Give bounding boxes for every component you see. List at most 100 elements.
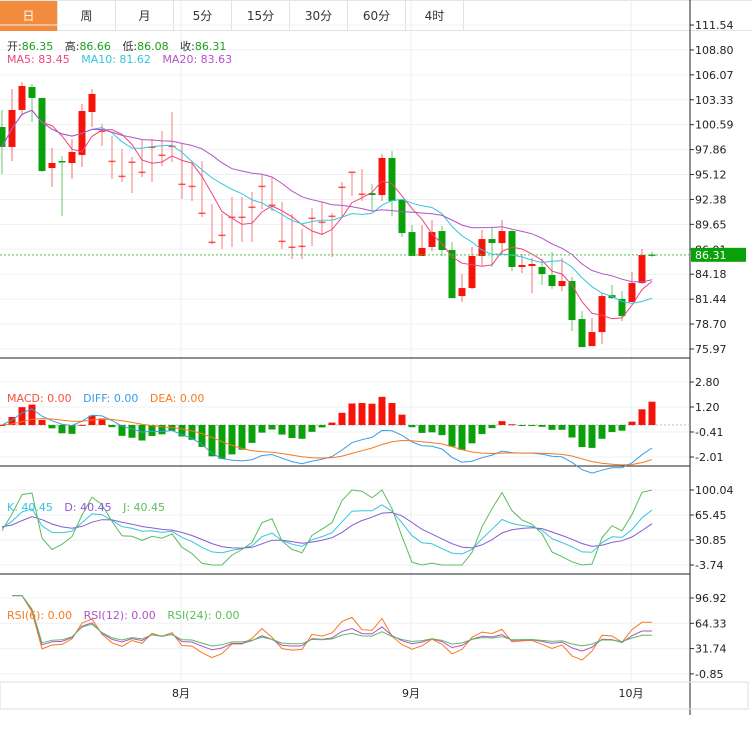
candle-body xyxy=(318,221,326,224)
candle-body xyxy=(598,296,606,333)
macd-bar xyxy=(578,425,586,447)
rsi24-value: RSI(24): 0.00 xyxy=(167,609,240,622)
macd-bar xyxy=(628,421,636,425)
macd-bar xyxy=(328,422,336,425)
axis-label-0: 81.44 xyxy=(695,293,727,306)
candle-body xyxy=(358,193,366,196)
candle-body xyxy=(0,127,6,147)
axis-label-3: 64.33 xyxy=(695,617,727,630)
macd-bar xyxy=(108,425,116,428)
d-value: D: 40.45 xyxy=(64,501,112,514)
candle-body xyxy=(338,186,346,189)
axis-label-0: 100.59 xyxy=(695,119,734,132)
macd-bar xyxy=(258,425,266,433)
close-value: 86.31 xyxy=(194,40,227,53)
macd-bar xyxy=(458,425,466,450)
axis-label-0: 108.80 xyxy=(695,44,734,57)
macd-bar xyxy=(238,425,246,450)
candle-body xyxy=(138,171,146,174)
macd-bar xyxy=(348,403,356,425)
candle-body xyxy=(278,240,286,243)
macd-bar xyxy=(588,425,596,448)
macd-bar xyxy=(28,404,36,425)
candle-body xyxy=(238,216,246,219)
candle-body xyxy=(638,254,646,284)
candle-body xyxy=(28,87,36,98)
k-value: K: 40.45 xyxy=(7,501,53,514)
candle-body xyxy=(488,239,496,244)
candle-body xyxy=(458,288,466,297)
axis-label-3: 31.74 xyxy=(695,643,727,656)
macd-bar xyxy=(148,425,156,436)
axis-label-2: 30.85 xyxy=(695,534,727,547)
candle-body xyxy=(258,185,266,188)
macd-bar xyxy=(358,403,366,425)
axis-label-2: 100.04 xyxy=(695,484,734,497)
macd-bar xyxy=(298,425,306,439)
x-axis-label: 8月 xyxy=(172,687,190,700)
j-value: J: 40.45 xyxy=(123,501,166,514)
candle-body xyxy=(108,160,116,163)
macd-bar xyxy=(278,425,286,435)
candle-body xyxy=(298,245,306,248)
axis-label-0: 89.65 xyxy=(695,218,727,231)
candle-body xyxy=(218,234,226,237)
ma10-legend: MA10: 81.62 xyxy=(81,53,151,66)
macd-bar xyxy=(68,425,76,434)
candle-body xyxy=(508,231,516,268)
open-label: 开: xyxy=(7,40,22,53)
macd-bar xyxy=(378,396,386,425)
macd-bar xyxy=(418,425,426,433)
macd-bar xyxy=(558,425,566,430)
candle-body xyxy=(548,275,556,287)
ohlc-legend: 开:86.35 高:86.66 低:86.08 收:86.31 xyxy=(7,38,234,54)
candle-body xyxy=(58,160,66,163)
ma20-legend: MA20: 83.63 xyxy=(162,53,233,66)
macd-bar xyxy=(608,425,616,433)
candle-body xyxy=(538,267,546,275)
axis-label-0: 92.38 xyxy=(695,193,727,206)
rsi6-line xyxy=(12,595,653,661)
high-value: 86.66 xyxy=(79,40,111,53)
macd-bar xyxy=(428,425,436,433)
d-line xyxy=(1,511,653,549)
macd-bar xyxy=(128,425,136,438)
macd-bar xyxy=(198,425,206,447)
axis-label-0: 78.70 xyxy=(695,318,727,331)
axis-label-0: 84.18 xyxy=(695,268,727,281)
rsi12-value: RSI(12): 0.00 xyxy=(83,609,156,622)
ma20-line xyxy=(1,109,653,283)
candle-body xyxy=(158,154,166,157)
current-price-label: 86.31 xyxy=(695,249,727,262)
close-label: 收: xyxy=(180,40,195,53)
candle-body xyxy=(398,199,406,234)
macd-bar xyxy=(228,425,236,455)
macd-bar xyxy=(598,425,606,439)
axis-label-1: -0.41 xyxy=(695,426,723,439)
low-value: 86.08 xyxy=(137,40,169,53)
macd-bar xyxy=(388,402,396,425)
candle-body xyxy=(518,265,526,268)
axis-label-0: 75.97 xyxy=(695,343,727,356)
ma-legend: MA5: 83.45 MA10: 81.62 MA20: 83.63 xyxy=(7,53,240,66)
rsi-legend: RSI(6): 0.00 RSI(12): 0.00 RSI(24): 0.00 xyxy=(7,609,247,622)
dea-value: DEA: 0.00 xyxy=(149,392,205,405)
candle-body xyxy=(308,217,316,220)
candle-body xyxy=(128,161,136,164)
macd-bar xyxy=(548,425,556,430)
axis-label-0: 97.86 xyxy=(695,144,727,157)
macd-bar xyxy=(368,403,376,425)
axis-label-2: -3.74 xyxy=(695,559,723,572)
macd-bar xyxy=(508,424,516,426)
candle-body xyxy=(68,151,76,163)
candle-body xyxy=(408,232,416,256)
macd-bar xyxy=(338,412,346,425)
candle-body xyxy=(528,264,536,267)
macd-bar xyxy=(78,424,86,426)
candle-body xyxy=(198,212,206,215)
macd-bar xyxy=(48,425,56,429)
macd-bar xyxy=(248,425,256,443)
macd-bar xyxy=(408,425,416,428)
axis-label-2: 65.45 xyxy=(695,509,727,522)
axis-label-0: 103.33 xyxy=(695,94,734,107)
